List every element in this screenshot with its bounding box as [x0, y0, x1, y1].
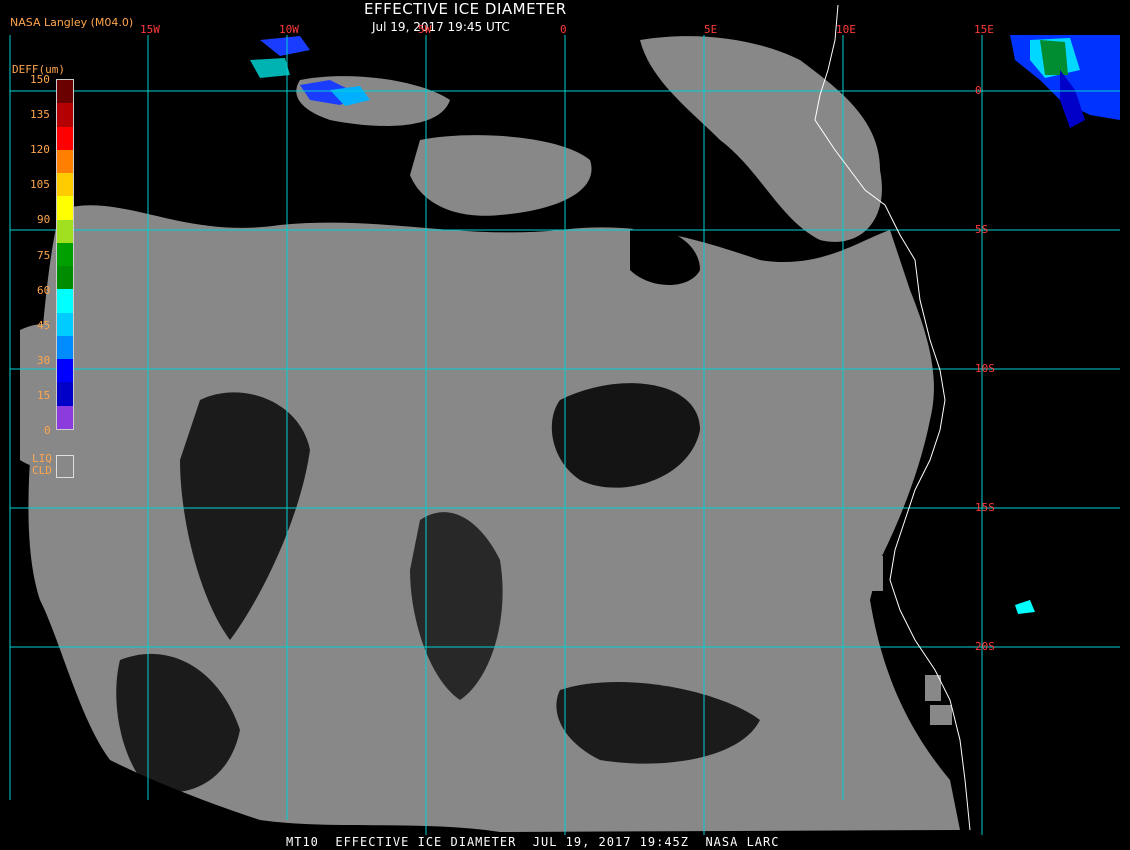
lat-label-0: 0 — [975, 84, 982, 97]
lon-label-5w: 5W — [418, 23, 432, 36]
color-scale-segment — [57, 219, 73, 244]
color-scale-segment — [57, 103, 73, 128]
legend-tick-label: 30 — [37, 353, 51, 367]
satellite-map — [0, 0, 1130, 850]
lat-label-5s: 5S — [975, 223, 989, 236]
legend-tick-label: 105 — [30, 178, 50, 192]
lon-label-10w: 10W — [279, 23, 299, 36]
color-scale-segment — [57, 242, 73, 267]
lon-label-0: 0 — [560, 23, 567, 36]
lon-label-5e: 5E — [704, 23, 718, 36]
color-scale-segment — [57, 196, 73, 221]
color-scale-segment — [57, 382, 73, 407]
lon-label-15e: 15E — [974, 23, 994, 36]
legend-tick-label: 60 — [37, 283, 51, 297]
color-scale-segment — [57, 405, 73, 430]
legend-tick-label: 135 — [30, 108, 50, 122]
color-scale-segment — [57, 359, 73, 383]
color-scale-bar — [56, 79, 74, 430]
legend-tick-label: 90 — [37, 213, 51, 227]
color-scale-segment — [57, 335, 73, 360]
lat-label-10s: 10S — [975, 362, 995, 375]
map-title: EFFECTIVE ICE DIAMETER — [364, 0, 567, 18]
credit-label: NASA Langley (M04.0) — [10, 16, 134, 29]
color-scale-segment — [57, 173, 73, 197]
legend-tick-label: 75 — [37, 248, 51, 262]
cld-label: CLD — [32, 464, 52, 477]
color-scale-segment — [57, 289, 73, 314]
lat-label-20s: 20S — [975, 640, 995, 653]
legend-tick-label: 0 — [44, 424, 51, 437]
color-scale-segment — [57, 126, 73, 151]
timestamp: Jul 19, 2017 19:45 UTC — [372, 20, 510, 34]
color-scale-segment — [57, 312, 73, 337]
color-scale-segment — [57, 266, 73, 290]
color-scale-segment — [57, 80, 73, 104]
liquid-cloud-swatch — [56, 455, 74, 478]
legend-tick-label: 120 — [30, 143, 50, 157]
color-scale-segment — [57, 149, 73, 174]
legend-tick-label: 15 — [37, 388, 51, 402]
footer-caption: MT10 EFFECTIVE ICE DIAMETER JUL 19, 2017… — [286, 835, 780, 849]
legend-tick-label: 45 — [37, 318, 51, 332]
lon-label-10e: 10E — [836, 23, 856, 36]
lon-label-15w: 15W — [140, 23, 160, 36]
lat-label-15s: 15S — [975, 501, 995, 514]
legend-tick-label: 150 — [30, 73, 50, 86]
